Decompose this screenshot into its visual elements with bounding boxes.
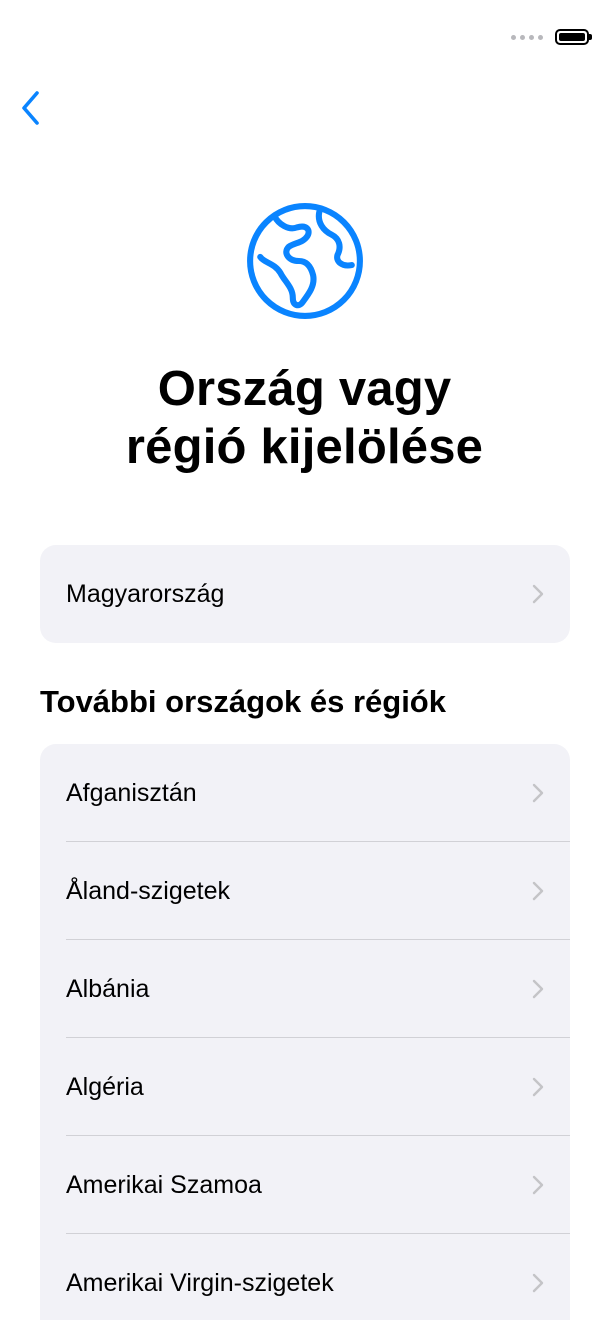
page-title-line1: Ország vagy (157, 362, 452, 416)
country-label: Åland-szigetek (66, 876, 230, 905)
chevron-right-icon (532, 979, 544, 999)
chevron-right-icon (532, 783, 544, 803)
signal-dots-icon (511, 34, 543, 40)
country-row-amerikai-szamoa[interactable]: Amerikai Szamoa (40, 1136, 570, 1234)
chevron-right-icon (532, 881, 544, 901)
country-row-algeria[interactable]: Algéria (40, 1038, 570, 1136)
country-row-albania[interactable]: Albánia (40, 940, 570, 1038)
country-label: Amerikai Virgin-szigetek (66, 1268, 334, 1297)
country-row-aland-szigetek[interactable]: Åland-szigetek (40, 842, 570, 940)
chevron-left-icon (22, 91, 39, 125)
section-header-more-countries: További országok és régiók (40, 684, 446, 719)
page-title-line2: régió kijelölése (125, 420, 484, 474)
chevron-right-icon (532, 1175, 544, 1195)
country-list-card: Afganisztán Åland-szigetek Albánia Algér… (40, 744, 570, 1320)
chevron-right-icon (532, 1077, 544, 1097)
suggested-country-card: Magyarország (40, 545, 570, 643)
country-label: Algéria (66, 1072, 144, 1101)
country-label: Afganisztán (66, 778, 197, 807)
chevron-right-icon (532, 584, 544, 604)
country-row-amerikai-virgin-szigetek[interactable]: Amerikai Virgin-szigetek (40, 1234, 570, 1320)
globe-icon (247, 203, 363, 319)
country-row-afganisztan[interactable]: Afganisztán (40, 744, 570, 842)
country-label: Albánia (66, 974, 150, 1003)
chevron-right-icon (532, 1273, 544, 1293)
country-label: Amerikai Szamoa (66, 1170, 262, 1199)
country-row-magyarorszag[interactable]: Magyarország (40, 545, 570, 643)
status-bar (511, 24, 592, 50)
battery-icon (555, 29, 592, 45)
country-label: Magyarország (66, 579, 225, 608)
page-title: Ország vagy régió kijelölése (0, 360, 609, 476)
back-button[interactable] (10, 86, 50, 130)
